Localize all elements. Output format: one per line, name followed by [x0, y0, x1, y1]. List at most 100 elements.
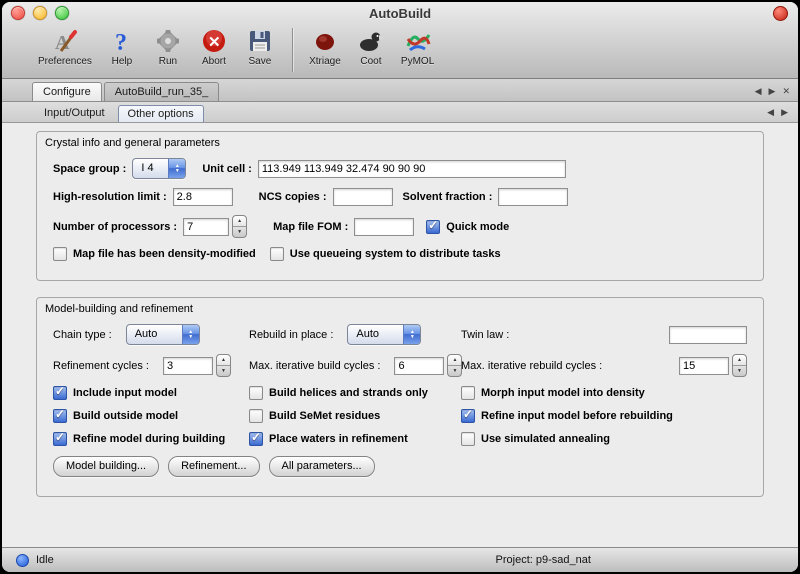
checkbox-include-input-model[interactable]: Include input model [53, 386, 249, 400]
subtab-other-options[interactable]: Other options [118, 105, 204, 122]
minimize-window-icon[interactable] [33, 6, 47, 20]
window-chrome: AutoBuild A Preferences ? Help Run [2, 2, 798, 79]
checkbox-morph-input-model[interactable]: Morph input model into density [461, 386, 747, 400]
refinement-button[interactable]: Refinement... [168, 456, 259, 477]
space-group-select[interactable]: I 4 ▲▼ [132, 158, 186, 179]
groupbox-crystal-info: Crystal info and general parameters Spac… [36, 131, 764, 281]
checkbox-density-modified[interactable]: Map file has been density-modified [53, 247, 256, 261]
xtriage-icon [312, 26, 338, 56]
checkbox-label: Use simulated annealing [481, 433, 610, 445]
status-bar: Idle Project: p9-sad_nat [2, 547, 798, 572]
tab-scroll-right-icon[interactable]: ▶ [769, 86, 776, 97]
rebuild-in-place-select[interactable]: Auto ▲▼ [347, 324, 421, 345]
toolbar-item-xtriage[interactable]: Xtriage [309, 26, 341, 67]
zoom-window-icon[interactable] [55, 6, 69, 20]
toolbar-item-preferences[interactable]: A Preferences [38, 26, 92, 67]
stepper-up-icon[interactable]: ▲ [217, 355, 230, 366]
map-fom-input[interactable] [354, 218, 414, 236]
max-rebuild-cycles-input[interactable] [679, 357, 729, 375]
toolbar-item-pymol[interactable]: PyMOL [401, 26, 434, 67]
stepper-up-icon[interactable]: ▲ [448, 355, 461, 366]
checkbox-build-helices-strands[interactable]: Build helices and strands only [249, 386, 461, 400]
stepper-down-icon[interactable]: ▼ [733, 366, 746, 376]
stepper[interactable]: ▲ ▼ [732, 354, 747, 377]
max-build-cycles-input[interactable] [394, 357, 444, 375]
status-dot-icon [16, 554, 29, 567]
refinement-cycles-input[interactable] [163, 357, 213, 375]
subtab-scroll-left-icon[interactable]: ◀ [767, 107, 774, 118]
subtab-input-output[interactable]: Input/Output [34, 104, 115, 122]
title-bar[interactable]: AutoBuild [2, 2, 798, 24]
toolbar: A Preferences ? Help Run ✕ Abort [2, 24, 798, 78]
crystal-row-1: Space group : I 4 ▲▼ Unit cell : [53, 158, 747, 179]
twin-law-input[interactable] [669, 326, 747, 344]
checkbox-label: Refine input model before rebuilding [481, 410, 673, 422]
titlebar-bug-icon[interactable] [773, 6, 788, 21]
chain-type-select[interactable]: Auto ▲▼ [126, 324, 200, 345]
window-title: AutoBuild [2, 6, 798, 21]
crystal-row-3: Number of processors : ▲ ▼ Map file FOM … [53, 215, 747, 238]
checkbox-box-icon [53, 247, 67, 261]
map-fom-label: Map file FOM : [273, 221, 348, 233]
toolbar-item-run[interactable]: Run [152, 26, 184, 67]
tab-scroll-left-icon[interactable]: ◀ [755, 86, 762, 97]
toolbar-item-label: Save [249, 56, 272, 67]
close-window-icon[interactable] [11, 6, 25, 20]
groupbox-title: Model-building and refinement [45, 303, 747, 315]
toolbar-item-label: Coot [360, 56, 381, 67]
options-panel: Crystal info and general parameters Spac… [2, 123, 798, 547]
stepper-down-icon[interactable]: ▼ [217, 366, 230, 376]
checkbox-build-outside-model[interactable]: Build outside model [53, 409, 249, 423]
stepper-up-icon[interactable]: ▲ [733, 355, 746, 366]
checkbox-box-icon [53, 432, 67, 446]
toolbar-separator [292, 28, 293, 72]
model-row-1: Chain type : Auto ▲▼ Rebuild in place : … [53, 324, 747, 345]
tab-configure[interactable]: Configure [32, 82, 102, 101]
high-res-input[interactable] [173, 188, 233, 206]
checkbox-queueing-system[interactable]: Use queueing system to distribute tasks [270, 247, 501, 261]
stepper-up-icon[interactable]: ▲ [233, 216, 246, 227]
toolbar-item-coot[interactable]: Coot [355, 26, 387, 67]
checkbox-label: Refine model during building [73, 433, 225, 445]
checkbox-refine-during-building[interactable]: Refine model during building [53, 432, 249, 446]
space-group-label: Space group : [53, 163, 126, 175]
crystal-row-4: Map file has been density-modified Use q… [53, 247, 747, 261]
stepper-down-icon[interactable]: ▼ [233, 227, 246, 237]
processors-input[interactable] [183, 218, 229, 236]
groupbox-title: Crystal info and general parameters [45, 137, 747, 149]
toolbar-item-label: Run [159, 56, 177, 67]
checkbox-build-semet[interactable]: Build SeMet residues [249, 409, 461, 423]
stepper[interactable]: ▲ ▼ [232, 215, 247, 238]
model-row-2: Refinement cycles : ▲ ▼ Max. iterative b… [53, 354, 747, 377]
checkbox-refine-before-rebuilding[interactable]: Refine input model before rebuilding [461, 409, 747, 423]
twin-law-label: Twin law : [461, 329, 509, 341]
model-building-button[interactable]: Model building... [53, 456, 159, 477]
tab-close-icon[interactable]: ✕ [782, 86, 790, 97]
subtab-scroll-right-icon[interactable]: ▶ [781, 107, 788, 118]
tab-controls: ◀ ▶ ✕ [755, 86, 790, 101]
tab-autobuild-run[interactable]: AutoBuild_run_35_ [104, 82, 220, 101]
checkbox-place-waters[interactable]: Place waters in refinement [249, 432, 461, 446]
checkbox-box-icon [461, 432, 475, 446]
checkbox-simulated-annealing[interactable]: Use simulated annealing [461, 432, 747, 446]
all-parameters-button[interactable]: All parameters... [269, 456, 375, 477]
checkbox-label: Include input model [73, 387, 177, 399]
checkbox-quick-mode[interactable]: Quick mode [426, 220, 509, 234]
unit-cell-input[interactable] [258, 160, 566, 178]
solvent-fraction-label: Solvent fraction : [403, 191, 493, 203]
model-checkbox-row-1: Include input model Build helices and st… [53, 386, 747, 400]
refinement-cycles-spinner: ▲ ▼ [163, 354, 231, 377]
toolbar-item-help[interactable]: ? Help [106, 26, 138, 67]
svg-text:✕: ✕ [208, 34, 221, 51]
checkbox-box-icon [53, 386, 67, 400]
toolbar-item-save[interactable]: Save [244, 26, 276, 67]
status-text: Idle [36, 554, 54, 566]
solvent-fraction-input[interactable] [498, 188, 568, 206]
checkbox-label: Build SeMet residues [269, 410, 380, 422]
popup-arrows-icon: ▲▼ [182, 325, 199, 344]
model-buttons-row: Model building... Refinement... All para… [53, 456, 747, 477]
stepper-down-icon[interactable]: ▼ [448, 366, 461, 376]
stepper[interactable]: ▲ ▼ [216, 354, 231, 377]
ncs-copies-input[interactable] [333, 188, 393, 206]
toolbar-item-abort[interactable]: ✕ Abort [198, 26, 230, 67]
